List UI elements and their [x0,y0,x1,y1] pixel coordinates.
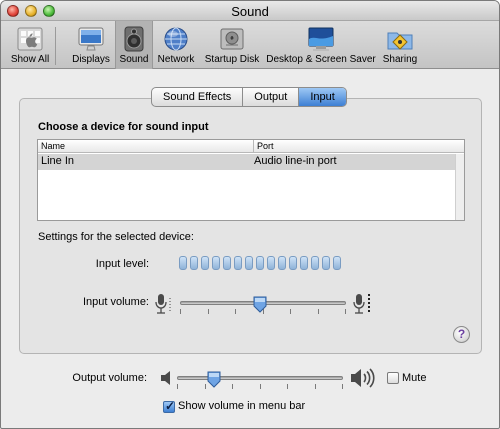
device-section-title: Choose a device for sound input [38,121,209,133]
input-device-table: Name Port Line In Audio line-in port [37,139,465,221]
title-bar: Sound [1,1,499,21]
table-row[interactable]: Line In Audio line-in port [38,154,455,170]
slider-tick [345,309,346,314]
level-segment [234,256,242,270]
settings-title: Settings for the selected device: [38,231,194,243]
toolbar-label: Show All [10,54,50,65]
input-level-label: Input level: [95,258,149,270]
window-title: Sound [231,4,269,19]
level-segment [300,256,308,270]
level-segment [322,256,330,270]
toolbar-displays[interactable]: Displays [67,21,115,69]
slider-tick [342,384,343,389]
input-level-meter [179,256,341,270]
hard-disk-icon: ? [218,25,246,53]
mute-checkbox[interactable] [387,372,399,384]
slider-tick [208,309,209,314]
column-header-port[interactable]: Port [253,140,274,152]
toolbar-sound[interactable]: Sound [115,21,153,69]
table-scrollbar[interactable] [455,154,464,220]
tab-output[interactable]: Output [243,88,300,106]
show-volume-label: Show volume in menu bar [178,400,306,412]
device-port-cell: Audio line-in port [254,155,337,167]
slider-track [177,376,343,380]
toolbar-label: Startup Disk [204,54,260,65]
level-segment [256,256,264,270]
speaker-quiet-icon [159,370,173,386]
toolbar-separator [55,27,56,65]
show-volume-checkbox[interactable]: ✓ [163,399,176,413]
slider-tick [315,384,316,389]
tab-bar: Sound Effects Output Input [151,87,347,107]
level-segment [289,256,297,270]
microphone-quiet-icon [155,292,171,316]
slider-tick [177,384,178,389]
toolbar-label: Sound [119,54,149,65]
preferences-toolbar: Show All Displays Sound Network ? Startu… [1,21,499,69]
slider-tick [232,384,233,389]
tab-sound-effects[interactable]: Sound Effects [152,88,244,106]
level-segment [278,256,286,270]
level-segment [311,256,319,270]
slider-tick [205,384,206,389]
output-volume-slider[interactable] [177,371,343,393]
tab-input[interactable]: Input [299,88,346,106]
slider-tick [260,384,261,389]
microphone-loud-icon [353,292,375,316]
toolbar-network[interactable]: Network [153,21,199,69]
sharing-folder-icon [386,25,414,53]
table-header: Name Port [38,140,464,153]
level-segment [190,256,198,270]
toolbar-startup-disk[interactable]: ? Startup Disk [201,21,263,69]
level-segment [245,256,253,270]
slider-tick [287,384,288,389]
checkmark-icon: ✓ [165,399,176,413]
help-button[interactable]: ? [453,326,470,343]
toolbar-label: Desktop & Screen Saver [266,54,376,65]
speaker-loud-icon [349,368,375,388]
level-segment [212,256,220,270]
level-segment [201,256,209,270]
column-header-name[interactable]: Name [41,141,65,151]
desktop-screen-icon [307,25,335,53]
network-globe-icon [162,25,190,53]
slider-tick [180,309,181,314]
mute-label: Mute [402,372,427,384]
svg-text:?: ? [231,36,234,42]
speaker-icon [120,25,148,53]
slider-tick [235,309,236,314]
level-segment [223,256,231,270]
input-volume-slider[interactable] [180,296,346,318]
toolbar-label: Network [157,54,195,65]
sound-preferences-window: Sound Show All Displays Sound Network ? … [0,0,500,429]
slider-knob[interactable] [207,371,221,388]
output-volume-label: Output volume: [72,372,147,384]
slider-tick [290,309,291,314]
apple-logo-icon [16,25,44,53]
toolbar-sharing[interactable]: Sharing [379,21,421,69]
level-segment [179,256,187,270]
level-segment [333,256,341,270]
input-volume-label: Input volume: [82,296,149,308]
toolbar-desktop-screen-saver[interactable]: Desktop & Screen Saver [265,21,377,69]
toolbar-label: Sharing [382,54,418,65]
toolbar-label: Displays [72,54,110,65]
device-name-cell: Line In [41,155,75,167]
monitor-icon [77,25,105,53]
level-segment [267,256,275,270]
toolbar-show-all[interactable]: Show All [5,21,55,69]
slider-tick [318,309,319,314]
slider-knob[interactable] [253,296,267,313]
